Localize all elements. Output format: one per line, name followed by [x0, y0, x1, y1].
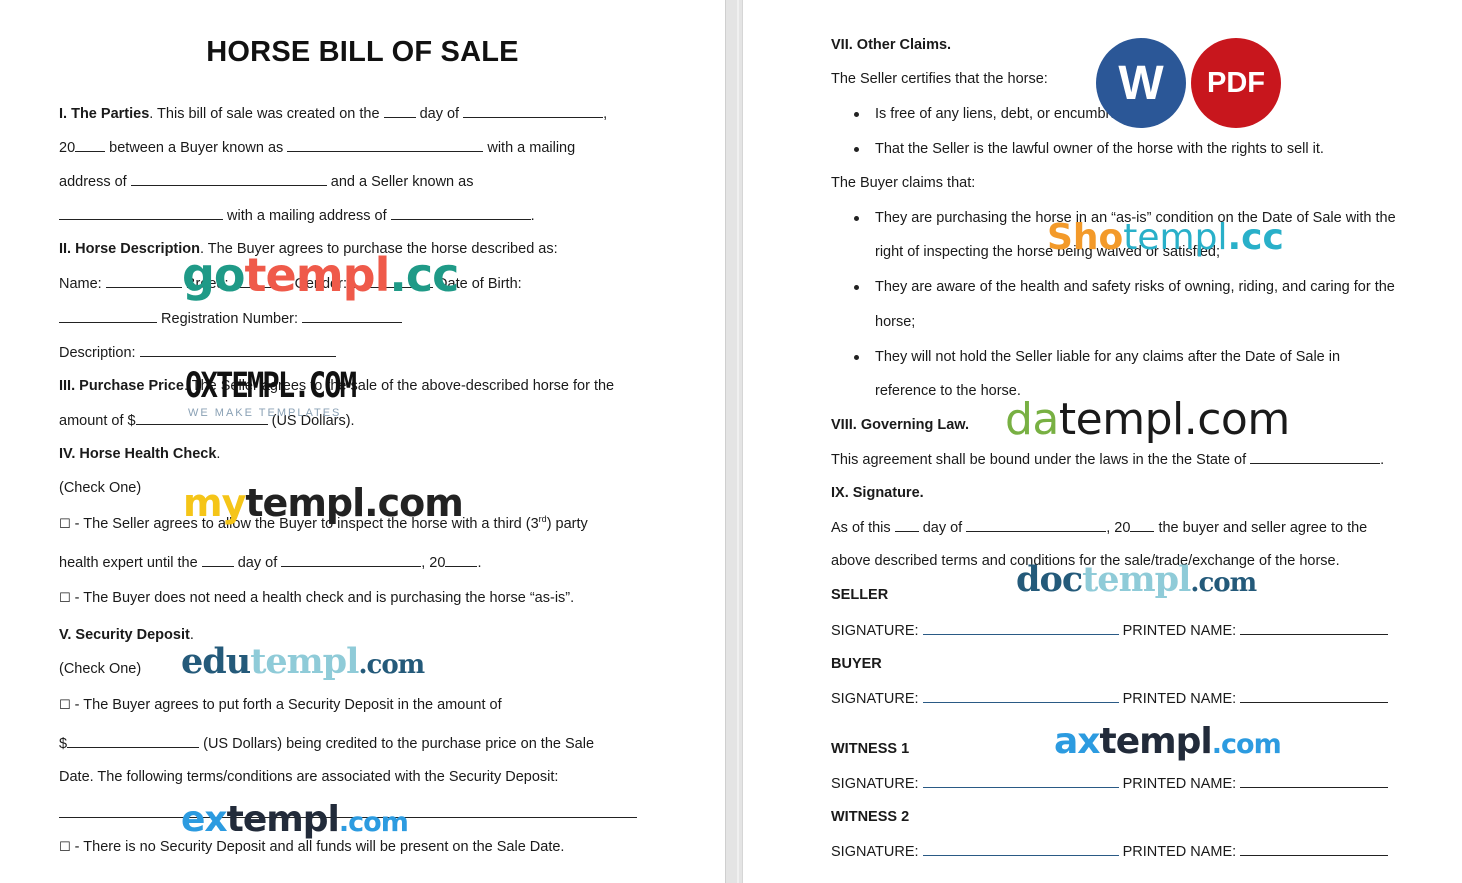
witness-2-signature-row: SIGNATURE: PRINTED NAME:	[831, 842, 1389, 861]
word-format-icon[interactable]: W	[1096, 38, 1186, 128]
blank-signing-year[interactable]	[1130, 518, 1155, 532]
section-heading-governing-law: VIII. Governing Law.	[831, 417, 970, 433]
horse-description-line-1: II. Horse Description. The Buyer agrees …	[59, 241, 558, 257]
parties-line-4: with a mailing address of .	[59, 206, 535, 225]
parties-line-3: address of and a Seller known as	[59, 172, 474, 190]
health-check-option-1-cont: health expert until the day of , 20.	[59, 553, 482, 571]
buyer-claim-item: They will not hold the Seller liable for…	[875, 349, 1341, 365]
pdf-format-icon[interactable]: PDF	[1191, 38, 1281, 128]
section-heading-purchase-price: III. Purchase Price	[59, 378, 184, 394]
horse-description-line-3: Registration Number:	[59, 309, 403, 328]
buyer-claim-item: They are purchasing the horse in an “as-…	[875, 210, 1396, 226]
buyer-printed-name-field[interactable]	[1240, 689, 1389, 703]
buyer-claim-item-cont: reference to the horse.	[875, 383, 1021, 399]
blank-breed[interactable]	[232, 274, 291, 288]
checkbox-icon[interactable]: ☐	[59, 517, 71, 532]
security-deposit-option-1: ☐ - The Buyer agrees to put forth a Secu…	[59, 697, 502, 713]
checkbox-icon[interactable]: ☐	[59, 698, 71, 713]
party-label-seller: SELLER	[831, 587, 889, 603]
witness-1-signature-row: SIGNATURE: PRINTED NAME:	[831, 774, 1389, 793]
buyer-claim-item-cont: horse;	[875, 314, 916, 330]
seller-claim-item: That the Seller is the lawful owner of t…	[875, 141, 1324, 157]
seller-certifies-intro: The Seller certifies that the horse:	[831, 71, 1048, 87]
security-deposit-heading-line: V. Security Deposit.	[59, 627, 194, 643]
blank-inspection-year[interactable]	[445, 553, 478, 567]
section-heading-signature: IX. Signature.	[831, 485, 924, 501]
blank-gender[interactable]	[351, 274, 434, 288]
witness-2-signature-field[interactable]	[922, 842, 1119, 856]
bullet-icon	[854, 216, 859, 221]
blank-buyer-address[interactable]	[130, 172, 327, 186]
security-deposit-instruction: (Check One)	[59, 661, 142, 677]
blank-purchase-amount[interactable]	[135, 411, 268, 425]
horse-description-line-4: Description:	[59, 343, 336, 362]
health-check-instruction: (Check One)	[59, 480, 142, 496]
bullet-icon	[854, 112, 859, 117]
seller-printed-name-field[interactable]	[1240, 621, 1389, 635]
witness-1-signature-field[interactable]	[922, 774, 1119, 788]
blank-month[interactable]	[463, 104, 604, 118]
blank-state[interactable]	[1250, 450, 1381, 464]
buyer-signature-row: SIGNATURE: PRINTED NAME:	[831, 689, 1389, 708]
horse-description-line-2: Name: Breed: Gender: Date of Birth:	[59, 274, 522, 292]
party-label-buyer: BUYER	[831, 656, 882, 672]
section-heading-other-claims: VII. Other Claims.	[831, 37, 952, 53]
section-heading-security-deposit: V. Security Deposit	[59, 627, 190, 643]
section-heading-parties: I. The Parties	[59, 106, 150, 122]
bullet-icon	[854, 285, 859, 290]
governing-law-line: This agreement shall be bound under the …	[831, 450, 1385, 468]
seller-signature-row: SIGNATURE: PRINTED NAME:	[831, 621, 1389, 640]
section-heading-horse-description: II. Horse Description	[59, 241, 201, 257]
blank-date-of-birth[interactable]	[59, 309, 157, 323]
section-heading-health-check: IV. Horse Health Check	[59, 446, 217, 462]
blank-seller-name[interactable]	[59, 206, 223, 220]
buyer-claim-item-cont: right of inspecting the horse being waiv…	[875, 244, 1220, 260]
security-deposit-option-2: ☐ - There is no Security Deposit and all…	[59, 839, 565, 855]
blank-deposit-amount[interactable]	[67, 734, 200, 748]
purchase-price-line-1: III. Purchase Price. The Seller agrees t…	[59, 378, 615, 394]
parties-line-2: 20 between a Buyer known as with a maili…	[59, 138, 576, 156]
bullet-icon	[854, 147, 859, 152]
blank-signing-day[interactable]	[894, 518, 919, 532]
blank-registration-number[interactable]	[302, 309, 403, 323]
health-check-option-1: ☐ - The Seller agrees to allow the Buyer…	[59, 514, 588, 532]
checkbox-icon[interactable]: ☐	[59, 840, 71, 855]
blank-seller-address[interactable]	[390, 206, 531, 220]
security-deposit-option-1-cont: $ (US Dollars) being credited to the pur…	[59, 734, 595, 752]
blank-buyer-name[interactable]	[287, 138, 484, 152]
blank-horse-name[interactable]	[105, 274, 182, 288]
blank-signing-month[interactable]	[966, 518, 1107, 532]
blank-description[interactable]	[139, 343, 336, 357]
page-divider	[725, 0, 743, 883]
blank-day[interactable]	[383, 104, 416, 118]
parties-line-1: I. The Parties. This bill of sale was cr…	[59, 104, 608, 122]
bullet-icon	[854, 355, 859, 360]
blank-inspection-day[interactable]	[201, 553, 234, 567]
document-page-left: HORSE BILL OF SALE I. The Parties. This …	[0, 0, 725, 883]
health-check-heading-line: IV. Horse Health Check.	[59, 446, 221, 462]
witness-1-printed-name-field[interactable]	[1240, 774, 1389, 788]
witness-2-printed-name-field[interactable]	[1240, 842, 1389, 856]
signature-line-1: As of this day of , 20 the buyer and sel…	[831, 518, 1368, 536]
document-page-right: VII. Other Claims. The Seller certifies …	[743, 0, 1462, 883]
buyer-claims-intro: The Buyer claims that:	[831, 175, 976, 191]
purchase-price-line-2: amount of $ (US Dollars).	[59, 411, 355, 429]
blank-inspection-month[interactable]	[281, 553, 422, 567]
blank-deposit-terms[interactable]	[59, 817, 637, 818]
checkbox-icon[interactable]: ☐	[59, 591, 71, 606]
party-label-witness-2: WITNESS 2	[831, 809, 910, 825]
health-check-option-2: ☐ - The Buyer does not need a health che…	[59, 590, 575, 606]
signature-line-2: above described terms and conditions for…	[831, 553, 1340, 569]
security-deposit-option-1-cont-2: Date. The following terms/conditions are…	[59, 769, 559, 785]
buyer-claim-item: They are aware of the health and safety …	[875, 279, 1395, 295]
buyer-signature-field[interactable]	[922, 689, 1119, 703]
blank-year[interactable]	[75, 138, 106, 152]
seller-signature-field[interactable]	[922, 621, 1119, 635]
document-title: HORSE BILL OF SALE	[206, 36, 519, 68]
party-label-witness-1: WITNESS 1	[831, 741, 910, 757]
